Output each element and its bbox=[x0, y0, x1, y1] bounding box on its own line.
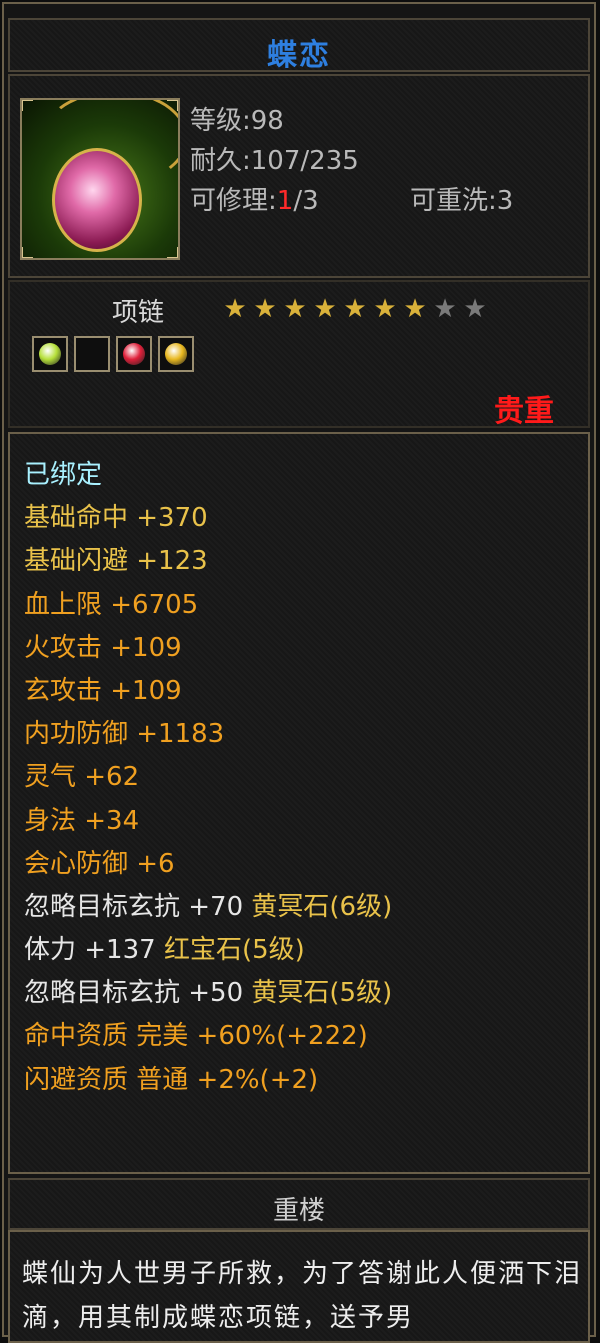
attribute-list: 已绑定基础命中 +370 基础闪避 +123 血上限 +6705 火攻击 +109 玄攻… bbox=[24, 454, 392, 1102]
item-repairable: 可修理:1/3 bbox=[190, 186, 319, 216]
attribute-row: 灵气 +62 bbox=[24, 756, 392, 799]
attribute-text: 会心防御 +6 bbox=[24, 848, 175, 879]
item-summary: 等级:98 耐久:107/235 可修理:1/3 可重洗:3 bbox=[8, 74, 590, 278]
star-filled-icon: ★ bbox=[223, 294, 247, 324]
item-tooltip: 蝶恋 等级:98 耐久:107/235 可修理:1/3 可重洗:3 项链 ★ ★ ★… bbox=[2, 2, 596, 1343]
attribute-text: 黄冥石(5级) bbox=[243, 978, 393, 1009]
attribute-text: 血上限 +6705 bbox=[24, 589, 199, 620]
item-description: 蝶仙为人世男子所救，为了答谢此人便洒下泪滴，用其制成蝶恋项链，送予男 bbox=[22, 1259, 583, 1333]
item-level: 等级:98 bbox=[190, 106, 284, 136]
star-empty-icon: ★ bbox=[463, 294, 487, 324]
attribute-row: 血上限 +6705 bbox=[24, 584, 392, 627]
attribute-row: 体力 +137 红宝石(5级) bbox=[24, 929, 392, 972]
attribute-row: 火攻击 +109 bbox=[24, 627, 392, 670]
attribute-row: 会心防御 +6 bbox=[24, 843, 392, 886]
yellow-green-gem-icon bbox=[39, 343, 61, 365]
rarity-label: 贵重 bbox=[494, 394, 554, 429]
attribute-panel: 已绑定基础命中 +370 基础闪避 +123 血上限 +6705 火攻击 +109 玄攻… bbox=[8, 432, 590, 1174]
attribute-row: 基础命中 +370 bbox=[24, 497, 392, 540]
gem-slots bbox=[32, 336, 200, 372]
item-type-panel: 项链 ★ ★ ★ ★ ★ ★ ★ ★ ★ 贵重 bbox=[8, 280, 590, 429]
set-title: 重楼 bbox=[272, 1196, 325, 1226]
item-durability: 耐久:107/235 bbox=[190, 146, 359, 176]
attribute-text: 身法 +34 bbox=[24, 805, 140, 836]
attribute-text: 玄攻击 +109 bbox=[24, 675, 182, 706]
attribute-row: 忽略目标玄抗 +50 黄冥石(5级) bbox=[24, 972, 392, 1015]
set-title-bar: 重楼 bbox=[8, 1178, 590, 1230]
gem-slot-3[interactable] bbox=[116, 336, 152, 372]
attribute-text: 火攻击 +109 bbox=[24, 632, 182, 663]
item-rewash: 可重洗:3 bbox=[410, 186, 514, 216]
attribute-row: 玄攻击 +109 bbox=[24, 670, 392, 713]
star-filled-icon: ★ bbox=[253, 294, 277, 324]
star-filled-icon: ★ bbox=[403, 294, 427, 324]
red-gem-icon bbox=[123, 343, 145, 365]
repair-count: 1 bbox=[276, 186, 294, 216]
star-filled-icon: ★ bbox=[373, 294, 397, 324]
attribute-text: 基础闪避 +123 bbox=[24, 546, 208, 577]
star-rating: ★ ★ ★ ★ ★ ★ ★ ★ ★ bbox=[220, 296, 490, 322]
attribute-text: 红宝石(5级) bbox=[155, 935, 305, 966]
attribute-text: 基础命中 +370 bbox=[24, 503, 208, 534]
attribute-row: 命中资质 完美 +60%(+222) bbox=[24, 1015, 392, 1058]
star-filled-icon: ★ bbox=[313, 294, 337, 324]
attribute-row: 已绑定 bbox=[24, 454, 392, 497]
description-panel: 蝶仙为人世男子所救，为了答谢此人便洒下泪滴，用其制成蝶恋项链，送予男 bbox=[8, 1230, 590, 1343]
attribute-text: 命中资质 完美 +60%(+222) bbox=[24, 1021, 368, 1052]
item-name: 蝶恋 bbox=[267, 38, 331, 73]
gem-slot-4[interactable] bbox=[158, 336, 194, 372]
attribute-row: 闪避资质 普通 +2%(+2) bbox=[24, 1059, 392, 1102]
attribute-text: 体力 +137 bbox=[24, 935, 156, 966]
attribute-row: 忽略目标玄抗 +70 黄冥石(6级) bbox=[24, 886, 392, 929]
attribute-text: 已绑定 bbox=[24, 460, 103, 490]
attribute-text: 内功防御 +1183 bbox=[24, 719, 225, 750]
attribute-text: 黄冥石(6级) bbox=[243, 891, 393, 922]
attribute-row: 内功防御 +1183 bbox=[24, 713, 392, 756]
attribute-row: 基础闪避 +123 bbox=[24, 540, 392, 583]
attribute-text: 闪避资质 普通 +2%(+2) bbox=[24, 1064, 319, 1095]
pink-gem-icon bbox=[52, 148, 142, 252]
attribute-text: 忽略目标玄抗 +70 bbox=[24, 891, 244, 922]
item-icon bbox=[20, 98, 180, 260]
gem-slot-2[interactable] bbox=[74, 336, 110, 372]
attribute-row: 身法 +34 bbox=[24, 800, 392, 843]
star-filled-icon: ★ bbox=[283, 294, 307, 324]
gem-slot-1[interactable] bbox=[32, 336, 68, 372]
item-type: 项链 bbox=[112, 298, 165, 328]
gold-gem-icon bbox=[165, 343, 187, 365]
attribute-text: 忽略目标玄抗 +50 bbox=[24, 978, 244, 1009]
star-empty-icon: ★ bbox=[433, 294, 457, 324]
item-title-bar: 蝶恋 bbox=[8, 18, 590, 73]
attribute-text: 灵气 +62 bbox=[24, 762, 140, 793]
star-filled-icon: ★ bbox=[343, 294, 367, 324]
